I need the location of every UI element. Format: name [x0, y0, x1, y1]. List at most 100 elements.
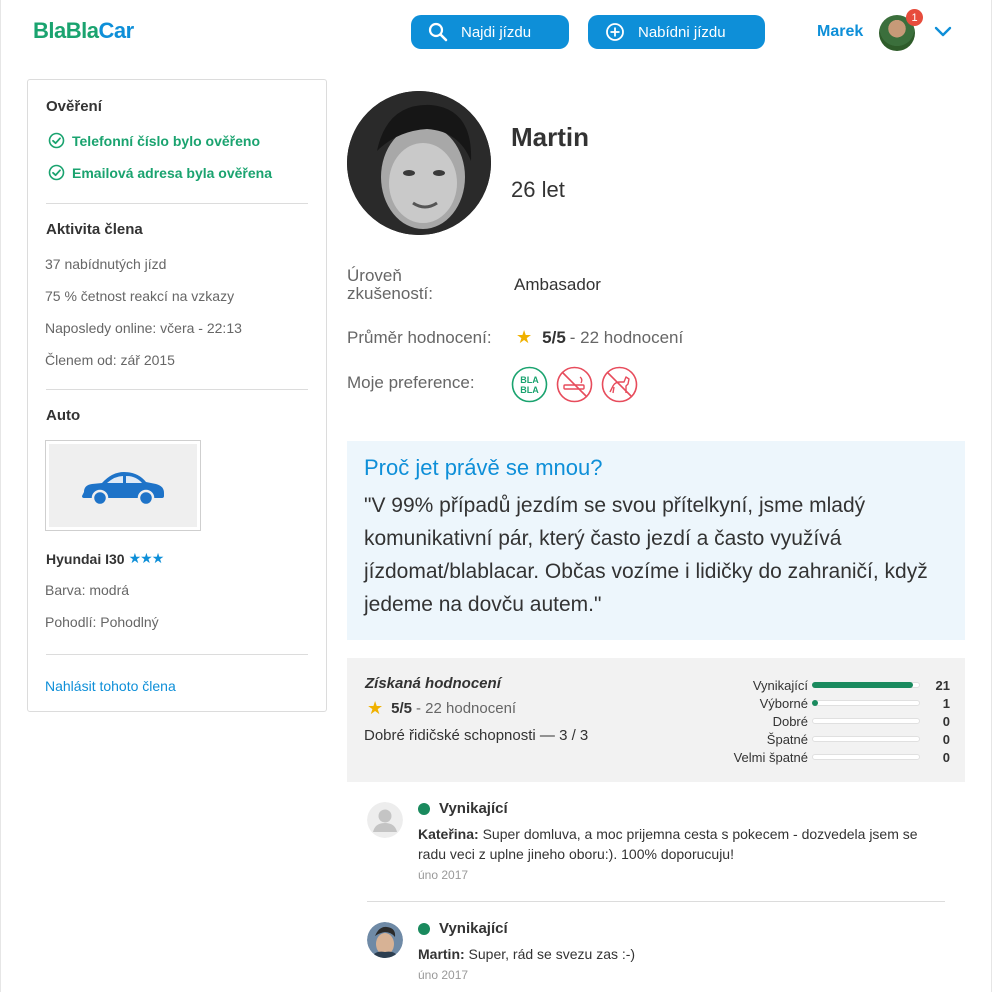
rating-bar-count: 21 — [935, 677, 950, 693]
email-verified-item: Emailová adresa byla ověřena — [48, 164, 272, 181]
review-author[interactable]: Kateřina: — [418, 826, 479, 842]
find-ride-label: Najdi jízdu — [461, 23, 532, 41]
no-pets-icon[interactable] — [601, 366, 638, 403]
preferences-icons: BLA BLA — [511, 366, 638, 403]
review-item: Vynikající Martin: Super, rád se svezu z… — [367, 920, 945, 986]
car-heading: Auto — [46, 407, 81, 424]
rating-bar-track — [812, 736, 920, 742]
no-smoking-icon[interactable] — [556, 366, 593, 403]
profile-photo — [347, 91, 491, 235]
review-text: Martin: Super, rád se svezu zas :-) — [418, 944, 938, 964]
rating-bar-count: 0 — [942, 713, 950, 729]
review-date: úno 2017 — [418, 968, 469, 982]
review-rating: Vynikající — [418, 800, 508, 817]
email-verified-label: Emailová adresa byla ověřena — [72, 164, 272, 181]
driving-skill-text: Dobré řidičské schopnosti — 3 / 3 — [364, 727, 589, 744]
star-icon: ★ — [367, 698, 384, 718]
rating-bar-label: Velmi špatné — [733, 749, 808, 765]
review-body: Super, rád se svezu zas :-) — [464, 946, 636, 962]
rating-dot — [418, 922, 430, 935]
rating-bar-fill — [812, 700, 818, 706]
car-photo — [45, 440, 201, 531]
profile-name: Martin — [511, 122, 589, 152]
check-circle-icon — [48, 164, 65, 181]
review-item: Vynikající Kateřina: Super domluva, a mo… — [367, 800, 945, 892]
ratings-average: ★ 5/5 - 22 hodnocení — [367, 698, 516, 719]
logo-part-bla-1: Bla — [33, 18, 66, 43]
rating-bar-row: Dobré 0 — [717, 712, 957, 730]
rating-bar-track — [812, 682, 920, 688]
ratings-panel: Získaná hodnocení ★ 5/5 - 22 hodnocení D… — [347, 658, 965, 782]
reviewer-avatar[interactable] — [367, 802, 403, 838]
review-rating-label: Vynikající — [439, 920, 508, 937]
search-icon — [427, 21, 449, 43]
about-me-text: "V 99% případů jezdím se svou přítelkyní… — [364, 494, 928, 616]
about-me-title: Proč jet právě se mnou? — [364, 455, 603, 480]
rating-bar-row: Velmi špatné 0 — [717, 748, 957, 766]
rating-bar-label: Vynikající — [752, 677, 808, 693]
rides-offered-text: 37 nabídnutých jízd — [45, 256, 167, 272]
star-icon: ★ — [516, 327, 533, 347]
svg-text:BLA: BLA — [520, 385, 539, 395]
rating-bar-track — [812, 754, 920, 760]
reviewer-avatar[interactable] — [367, 922, 403, 958]
divider — [46, 203, 308, 204]
rating-bar-track — [812, 718, 920, 724]
ratings-title: Získaná hodnocení — [365, 675, 501, 692]
ratings-breakdown: Vynikající 21 Výborné 1 Dobré 0 Špatné 0… — [717, 676, 957, 766]
rating-bar-count: 0 — [942, 731, 950, 747]
notification-badge[interactable]: 1 — [906, 9, 923, 26]
rating-bar-label: Výborné — [759, 695, 808, 711]
review-rating: Vynikající — [418, 920, 508, 937]
ratings-avg-value: 5/5 — [391, 700, 412, 717]
check-circle-icon — [48, 132, 65, 149]
preferences-label: Moje preference: — [347, 373, 475, 392]
offer-ride-label: Nabídni jízdu — [638, 23, 726, 41]
logo-part-car: Car — [98, 18, 135, 43]
rating-bar-count: 1 — [942, 695, 950, 711]
blablacar-logo[interactable]: BlaBlaCar — [33, 18, 134, 44]
logo-part-bla-2: Bla — [65, 18, 99, 43]
car-comfort-stars: ★★★ — [128, 550, 165, 566]
ratings-count: - 22 hodnocení — [416, 700, 517, 717]
last-online-text: Naposledy online: včera - 22:13 — [45, 320, 242, 336]
review-author[interactable]: Martin: — [418, 946, 465, 962]
car-model: Hyundai I30 — [46, 550, 125, 567]
car-name: Hyundai I30 ★★★ — [46, 550, 165, 567]
offer-ride-button[interactable]: Nabídni jízdu — [588, 15, 765, 49]
rating-bar-row: Vynikající 21 — [717, 676, 957, 694]
phone-verified-label: Telefonní číslo bylo ověřeno — [72, 132, 260, 149]
review-date: úno 2017 — [418, 868, 469, 882]
divider — [367, 901, 945, 902]
rating-bar-label: Dobré — [772, 713, 808, 729]
rating-dot — [418, 802, 430, 815]
member-sidebar: Ověření Telefonní číslo bylo ověřeno Ema… — [27, 79, 327, 712]
review-rating-label: Vynikající — [439, 800, 508, 817]
rating-count: - 22 hodnocení — [569, 327, 684, 347]
rating-bar-row: Špatné 0 — [717, 730, 957, 748]
car-comfort-text: Pohodlí: Pohodlný — [45, 614, 159, 630]
car-icon — [82, 471, 164, 506]
phone-verified-item: Telefonní číslo bylo ověřeno — [48, 132, 260, 149]
verification-heading: Ověření — [46, 98, 102, 115]
rating-label: Průměr hodnocení: — [347, 328, 492, 347]
user-menu-name[interactable]: Marek — [817, 23, 863, 41]
rating-summary: ★ 5/5 - 22 hodnocení — [516, 327, 683, 348]
report-member-link[interactable]: Nahlásit tohoto člena — [45, 678, 176, 694]
car-color-text: Barva: modrá — [45, 582, 130, 598]
chevron-down-icon[interactable] — [933, 22, 953, 42]
about-me-box: Proč jet právě se mnou? "V 99% případů j… — [347, 441, 965, 640]
top-header: BlaBlaCar Najdi jízdu Nabídni jízdu Mare… — [1, 0, 992, 64]
experience-label: Úroveň zkušeností: — [347, 266, 433, 303]
divider — [46, 389, 308, 390]
svg-text:BLA: BLA — [520, 375, 539, 385]
divider — [46, 654, 308, 655]
plus-circle-icon — [604, 21, 626, 43]
profile-age: 26 let — [511, 177, 565, 202]
bla-bla-chatty-icon[interactable]: BLA BLA — [511, 366, 548, 403]
review-body: Super domluva, a moc prijemna cesta s po… — [418, 826, 918, 862]
rating-bar-track — [812, 700, 920, 706]
find-ride-button[interactable]: Najdi jízdu — [411, 15, 569, 49]
rating-bar-row: Výborné 1 — [717, 694, 957, 712]
rating-bar-label: Špatné — [766, 731, 808, 747]
